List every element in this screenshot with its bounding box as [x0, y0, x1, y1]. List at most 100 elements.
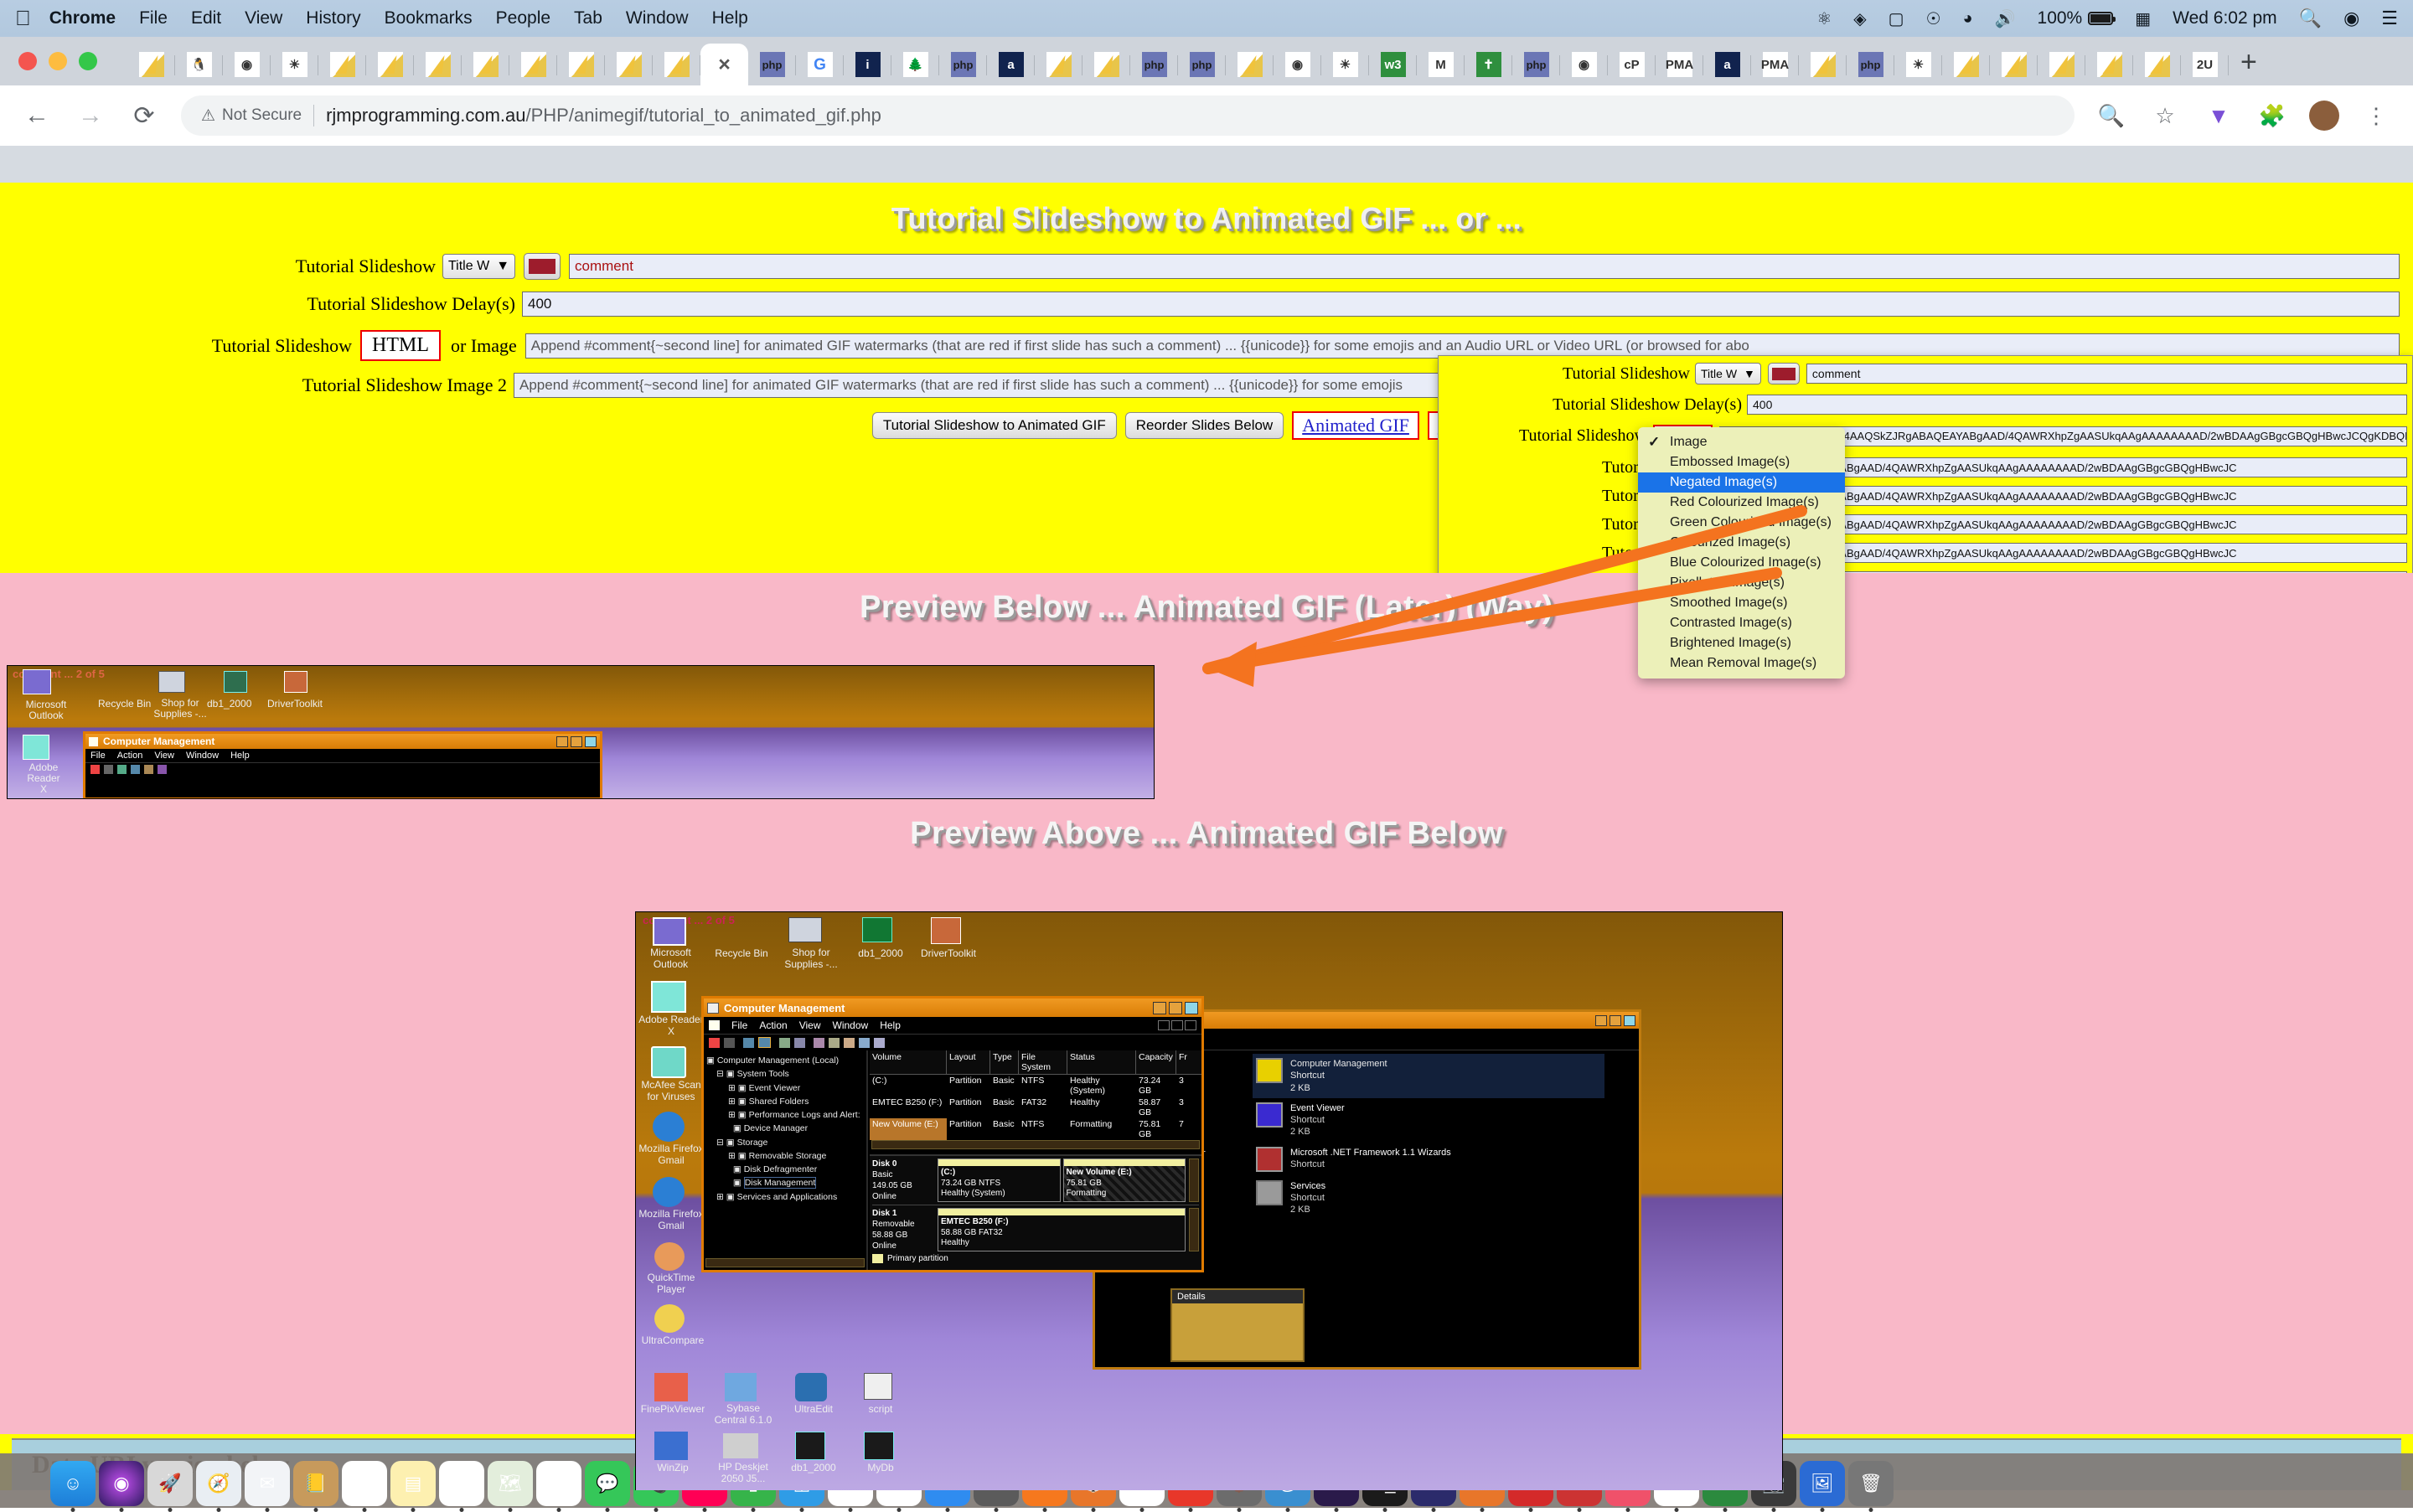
close-window-button[interactable]	[18, 52, 37, 70]
tab-7[interactable]	[462, 44, 509, 85]
shield-icon[interactable]: ▼	[2202, 103, 2235, 129]
cm-minimize-button[interactable]	[1153, 1002, 1166, 1014]
export-icon[interactable]	[829, 1038, 840, 1048]
menu-item-view[interactable]: View	[245, 8, 282, 28]
volume-icon[interactable]: 🔊	[1995, 8, 2016, 29]
tab-21[interactable]: php	[1130, 44, 1178, 85]
tab-20[interactable]	[1082, 44, 1130, 85]
messages-icon[interactable]: 💬	[585, 1461, 630, 1506]
refresh-icon[interactable]	[814, 1038, 824, 1048]
cm-menu-file[interactable]: File	[731, 1019, 747, 1031]
tab-11[interactable]	[653, 44, 700, 85]
cm-close-button[interactable]	[1185, 1002, 1198, 1014]
tab-17[interactable]: php	[939, 44, 987, 85]
cm-menu-help[interactable]: Help	[880, 1019, 901, 1031]
search-icon[interactable]	[859, 1038, 870, 1048]
cm-mdi-buttons[interactable]	[1158, 1020, 1196, 1030]
tree-item-system-tools[interactable]: ⊟ ▣ System Tools	[706, 1067, 864, 1081]
forward-button[interactable]: →	[74, 101, 107, 130]
new-tab-button[interactable]: +	[2240, 46, 2257, 79]
zoom-icon[interactable]: 🔍	[2095, 103, 2128, 129]
popup-delay-input[interactable]: 400	[1747, 395, 2407, 415]
popup-color-picker[interactable]	[1768, 363, 1800, 384]
tab-31[interactable]: cP	[1608, 44, 1656, 85]
tab-25[interactable]: ☀	[1321, 44, 1369, 85]
submit-button[interactable]: Tutorial Slideshow to Animated GIF	[872, 412, 1117, 439]
open-icon[interactable]	[844, 1038, 855, 1048]
safari-icon[interactable]: 🧭	[196, 1461, 241, 1506]
tab-5[interactable]	[366, 44, 414, 85]
list-item[interactable]: Microsoft .NET Framework 1.1 WizardsShor…	[1253, 1143, 1604, 1176]
disk-vscrollbar-2[interactable]	[1189, 1208, 1199, 1251]
mdi-close-button[interactable]	[1185, 1020, 1196, 1030]
tab-16[interactable]: 🌲	[891, 44, 939, 85]
thumb-menu-action[interactable]: Action	[117, 751, 143, 761]
search-icon[interactable]: 🔍	[2299, 8, 2322, 29]
clock-label[interactable]: Wed 6:02 pm	[2173, 8, 2277, 28]
animated-gif-link[interactable]: Animated GIF	[1302, 415, 1409, 436]
image-input[interactable]: Append #comment{~second line] for animat…	[525, 333, 2400, 359]
menu-item-edit[interactable]: Edit	[191, 8, 221, 28]
color-picker[interactable]	[524, 253, 561, 280]
delay-input[interactable]: 400	[522, 292, 2400, 317]
mail-icon[interactable]: ✉	[245, 1461, 290, 1506]
tree-item-root[interactable]: ▣ Computer Management (Local)	[706, 1054, 864, 1067]
tab-18[interactable]: a	[987, 44, 1035, 85]
tab-35[interactable]	[1799, 44, 1847, 85]
thumb-menu-file[interactable]: File	[90, 751, 106, 761]
tree-item-services-apps[interactable]: ⊞ ▣ Services and Applications	[706, 1190, 864, 1204]
show-tree-icon[interactable]	[758, 1037, 771, 1048]
tab-38[interactable]	[1942, 44, 1990, 85]
thumb-menu-window[interactable]: Window	[186, 751, 219, 761]
address-bar[interactable]: ⚠ Not Secure rjmprogramming.com.au/PHP/a…	[181, 95, 2075, 136]
animated-gif-screenshot[interactable]: comment ... 2 of 5 MicrosoftOutlook Recy…	[635, 911, 1783, 1490]
tab-24[interactable]: ◉	[1274, 44, 1321, 85]
thumb-menu-view[interactable]: View	[154, 751, 174, 761]
tab-8[interactable]	[509, 44, 557, 85]
properties-icon[interactable]	[779, 1038, 790, 1048]
tree-item-storage[interactable]: ⊟ ▣ Storage	[706, 1136, 864, 1149]
table-row[interactable]: EMTEC B250 (F:) Partition Basic FAT32 He…	[870, 1097, 1201, 1118]
control-center-icon[interactable]: ▦	[2135, 8, 2151, 29]
contacts-icon[interactable]: 📒	[293, 1461, 338, 1506]
tab-13[interactable]: php	[748, 44, 796, 85]
dropdown-item-0[interactable]: ✓Image	[1638, 432, 1845, 452]
menu-item-people[interactable]: People	[496, 8, 550, 28]
up-icon[interactable]	[743, 1038, 754, 1048]
computer-management-window[interactable]: Computer Management File Action View Win…	[701, 996, 1204, 1272]
tab-27[interactable]: M	[1417, 44, 1465, 85]
reload-button[interactable]: ⟳	[127, 101, 161, 131]
tab-37[interactable]: ☀	[1894, 44, 1942, 85]
tab-10[interactable]	[605, 44, 653, 85]
back-button[interactable]: ←	[20, 101, 54, 130]
bluetooth2-icon[interactable]: ☉	[1926, 8, 1941, 29]
tab-40[interactable]	[2038, 44, 2085, 85]
dropdown-item-11[interactable]: Mean Removal Image(s)	[1638, 653, 1845, 673]
not-secure-icon[interactable]: ⚠ Not Secure	[201, 106, 302, 126]
tab-28[interactable]: ✝	[1465, 44, 1512, 85]
forward-icon[interactable]	[724, 1038, 735, 1048]
menu-item-window[interactable]: Window	[626, 8, 689, 28]
tree-hscrollbar[interactable]	[705, 1258, 865, 1267]
dropdown-item-1[interactable]: Embossed Image(s)	[1638, 452, 1845, 472]
tree-item-disk-defragmenter[interactable]: ▣ Disk Defragmenter	[706, 1163, 864, 1176]
tree-item-removable-storage[interactable]: ⊞ ▣ Removable Storage	[706, 1149, 864, 1163]
tab-32[interactable]: PMA	[1656, 44, 1703, 85]
preview-icon[interactable]: 🖼	[1800, 1461, 1845, 1506]
back-icon[interactable]	[709, 1038, 720, 1048]
popup-title-select[interactable]: Title W ▼	[1695, 363, 1761, 384]
reminders-icon[interactable]: ☰	[439, 1461, 484, 1506]
dropdown-item-9[interactable]: Contrasted Image(s)	[1638, 613, 1845, 633]
tab-42[interactable]	[2133, 44, 2181, 85]
tree-item-disk-management[interactable]: ▣ Disk Management	[706, 1176, 864, 1189]
dropdown-item-5[interactable]: Colourized Image(s)	[1638, 533, 1845, 553]
reorder-button[interactable]: Reorder Slides Below	[1125, 412, 1284, 439]
tab-3[interactable]: ☀	[271, 44, 318, 85]
tab-39[interactable]	[1990, 44, 2038, 85]
mdi-restore-button[interactable]	[1171, 1020, 1183, 1030]
tree-item-device-manager[interactable]: ▣ Device Manager	[706, 1122, 864, 1135]
comment-input[interactable]: comment	[569, 254, 2400, 279]
image-effect-dropdown[interactable]: ✓ImageEmbossed Image(s)Negated Image(s)R…	[1638, 427, 1845, 679]
admin-close-button[interactable]	[1624, 1015, 1635, 1026]
dropdown-item-8[interactable]: Smoothed Image(s)	[1638, 593, 1845, 613]
